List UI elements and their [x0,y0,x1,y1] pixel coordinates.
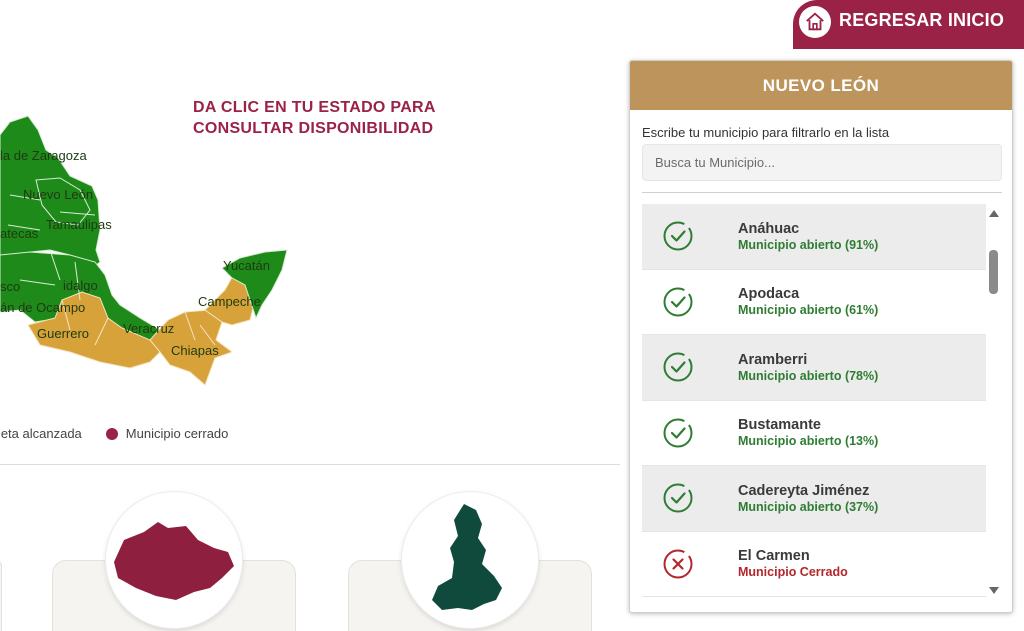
check-circle-icon [663,352,693,382]
map-instructions: DA CLIC EN TU ESTADO PARA CONSULTAR DISP… [193,97,436,139]
filter-label: Escribe tu municipio para filtrarlo en l… [642,125,890,140]
list-scrollbar[interactable] [987,204,1001,600]
municipality-status: Municipio abierto (13%) [738,434,879,449]
municipality-panel: NUEVO LEÓN Escribe tu municipio para fil… [629,60,1013,613]
municipality-status: Municipio abierto (37%) [738,499,879,514]
check-circle-icon [663,287,693,317]
label-tamaulipas: Tamaulipas [46,217,112,232]
municipality-name: Apodaca [738,286,800,303]
list-item[interactable]: Bustamante Municipio abierto (13%) [642,400,986,466]
label-chiapas: Chiapas [171,343,219,358]
state-card-stub[interactable] [0,560,2,631]
label-guerrero: Guerrero [37,326,89,341]
oaxaca-shape-icon [114,522,234,600]
legend-closed-dot [105,427,118,440]
municipality-name: Anáhuac [738,220,800,237]
map-legend: Meta alcanzada Municipio cerrado [0,426,228,441]
municipality-status: Municipio abierto (61%) [738,303,879,318]
list-item[interactable]: El Carmen Municipio Cerrado [642,531,986,597]
panel-title: NUEVO LEÓN [630,61,1012,110]
label-zacatecas: atecas [0,226,39,241]
check-circle-icon [663,483,693,513]
municipality-status: Municipio abierto (78%) [738,368,879,383]
label-nuevo-leon: Nuevo León [23,187,93,202]
list-divider [642,192,1002,193]
map-title-line2: CONSULTAR DISPONIBILIDAD [193,120,434,137]
municipality-status: Municipio abierto (91%) [738,237,879,252]
legend-goal-label: Meta alcanzada [0,426,82,441]
mexico-map: la de Zaragoza Nuevo León Tamaulipas ate… [0,115,288,386]
label-hidalgo: idalgo [63,278,98,293]
state-card-puebla-circle[interactable] [402,492,538,628]
check-circle-icon [663,418,693,448]
municipality-name: El Carmen [738,548,810,565]
list-item[interactable]: Aramberri Municipio abierto (78%) [642,335,986,401]
puebla-shape-icon [432,504,502,610]
check-circle-icon [663,221,693,251]
return-home-button[interactable]: REGRESAR INICIO [793,0,1024,49]
municipality-list: Anáhuac Municipio abierto (91%) Apodaca … [642,204,986,600]
map-area: la de Zaragoza Nuevo León Tamaulipas ate… [0,0,620,465]
x-circle-icon [663,549,693,579]
return-home-label: REGRESAR INICIO [839,10,1005,30]
municipality-status: Municipio Cerrado [738,565,848,580]
list-item[interactable]: Cadereyta Jiménez Municipio abierto (37%… [642,466,986,532]
map-title-line1: DA CLIC EN TU ESTADO PARA [193,99,436,116]
label-jalisco: sco [0,279,20,294]
municipality-search-input[interactable] [642,144,1002,181]
scroll-up-arrow[interactable] [989,210,999,217]
label-campeche: Campeche [198,294,261,309]
scroll-down-arrow[interactable] [989,587,999,594]
label-michoacan: án de Ocampo [0,300,85,315]
legend-closed-label: Municipio cerrado [125,426,229,441]
section-divider [0,464,620,465]
state-card-oaxaca-circle[interactable] [106,492,242,628]
scroll-thumb[interactable] [989,250,998,294]
home-icon [799,5,831,38]
list-item[interactable]: Apodaca Municipio abierto (61%) [642,269,986,335]
municipality-name: Cadereyta Jiménez [738,482,870,499]
municipality-name: Aramberri [738,351,808,368]
municipality-name: Bustamante [738,417,821,434]
label-yucatan: Yucatán [223,258,270,273]
label-coahuila: la de Zaragoza [0,148,87,163]
label-veracruz: Veracruz [123,321,174,336]
list-item[interactable]: Anáhuac Municipio abierto (91%) [642,204,986,270]
